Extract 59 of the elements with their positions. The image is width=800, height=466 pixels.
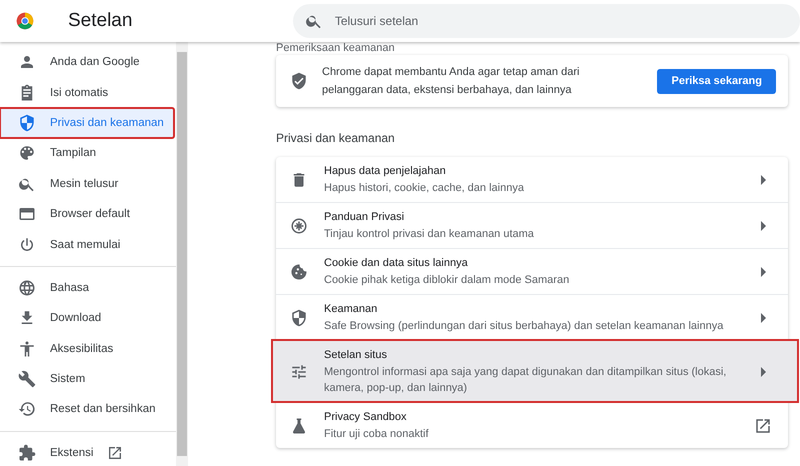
sidebar-item[interactable]: Aksesibilitas: [0, 334, 174, 364]
shield-check-icon: [290, 72, 308, 90]
sidebar-item[interactable]: Ekstensi: [0, 438, 174, 466]
settings-row[interactable]: Hapus data penjelajahan Hapus histori, cookie, cache, dan lainnya: [276, 157, 788, 202]
row-description: Tinjau kontrol privasi dan keamanan utama: [324, 227, 535, 242]
section-heading: Pemeriksaan keamanan: [276, 42, 396, 54]
shield-icon: [18, 114, 36, 132]
restore-icon: [18, 400, 36, 418]
external-link-icon: [107, 444, 124, 461]
row-description: Fitur uji coba nonaktif: [324, 427, 430, 442]
row-description: Mengontrol informasi apa saja yang dapat digunakan dan ditampilkan situs (lokasi, kamera, pop-up, dan lainnya): [324, 365, 728, 396]
sliders-icon: [290, 362, 308, 380]
sidebar-item[interactable]: Mesin telusur: [0, 168, 174, 199]
row-title: Privacy Sandbox: [324, 410, 408, 425]
flask-icon: [290, 416, 308, 434]
row-title: Hapus data penjelajahan: [324, 164, 447, 179]
check-now-button[interactable]: Periksa sekarang: [657, 68, 776, 94]
scrollbar[interactable]: [176, 42, 188, 466]
shield-icon: [290, 308, 308, 326]
settings-row[interactable]: Panduan Privasi Tinjau kontrol privasi dan keamanan utama: [276, 202, 788, 248]
section-heading: Privasi dan keamanan: [276, 131, 396, 145]
chevron-right-icon: [761, 312, 766, 322]
page-title: Setelan: [68, 10, 134, 32]
settings-row[interactable]: Cookie dan data situs lainnya Cookie pihak ketiga diblokir dalam mode Samaran: [276, 248, 788, 294]
puzzle-icon: [18, 444, 36, 462]
globe-icon: [18, 278, 36, 297]
sidebar-item[interactable]: Reset dan bersihkan: [0, 394, 174, 425]
power-icon: [18, 236, 36, 254]
sidebar-item[interactable]: Privasi dan keamanan: [0, 108, 174, 138]
row-title: Setelan situs: [324, 348, 388, 363]
search-field[interactable]: Telusuri setelan: [292, 4, 800, 38]
settings-row[interactable]: Setelan situs Mengontrol informasi apa saja yang dapat digunakan dan ditampilkan situs (lokasi, kamera, pop-up, dan lainnya): [272, 340, 798, 402]
external-link-icon: [754, 416, 772, 434]
row-title: Panduan Privasi: [324, 210, 406, 225]
row-description: Safe Browsing (perlindungan dari situs berbahaya) dan setelan keamanan lainnya: [324, 319, 724, 334]
sidebar-item[interactable]: Isi otomatis: [0, 77, 174, 108]
chevron-right-icon: [761, 174, 766, 184]
cookie-icon: [290, 262, 308, 280]
chevron-right-icon: [761, 220, 766, 230]
chevron-right-icon: [761, 266, 766, 276]
safety-check-text: Chrome dapat membantu Anda agar tetap aman dari pelanggaran data, ekstensi berbahaya, dan lainnya: [322, 65, 580, 98]
accessibility-icon: [18, 340, 36, 358]
sidebar-item[interactable]: Bahasa: [0, 272, 174, 304]
browser-logo-icon: [16, 12, 34, 30]
wrench-icon: [18, 370, 36, 388]
sidebar-item[interactable]: Saat memulai: [0, 229, 174, 260]
sidebar-item[interactable]: Sistem: [0, 364, 174, 394]
sidebar-item[interactable]: Anda dan Google: [0, 47, 174, 78]
settings-row[interactable]: Privacy Sandbox Fitur uji coba nonaktif: [276, 402, 788, 448]
row-description: Hapus histori, cookie, cache, dan lainnya: [324, 181, 525, 196]
sidebar-item[interactable]: Download: [0, 303, 174, 334]
compass-icon: [290, 216, 308, 234]
row-title: Cookie dan data situs lainnya: [324, 256, 469, 271]
chevron-right-icon: [761, 366, 766, 376]
row-description: Cookie pihak ketiga diblokir dalam mode Samaran: [324, 273, 570, 288]
sidebar-item[interactable]: Browser default: [0, 198, 174, 230]
palette-icon: [18, 144, 36, 162]
sidebar-item[interactable]: Tampilan: [0, 138, 174, 169]
row-title: Keamanan: [324, 302, 378, 317]
